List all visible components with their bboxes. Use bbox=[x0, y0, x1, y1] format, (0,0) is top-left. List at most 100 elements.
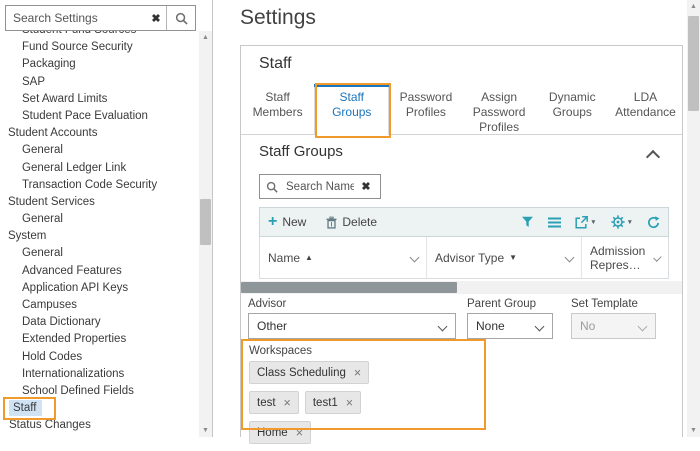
column-chooser-icon[interactable] bbox=[548, 217, 561, 228]
workspace-tag-label: test bbox=[257, 397, 276, 409]
toolbar-right-icons: ▼ ▼ bbox=[521, 215, 660, 229]
tree-item[interactable]: Data Dictionary bbox=[0, 314, 198, 331]
remove-tag-icon[interactable]: × bbox=[346, 396, 353, 410]
tab-staff-members[interactable]: Staff Members bbox=[241, 84, 314, 134]
parent-group-label: Parent Group bbox=[467, 298, 536, 310]
grid-header: Name ▲ Advisor Type ▼ Admission Repres… bbox=[259, 237, 669, 279]
parent-group-value: None bbox=[476, 319, 505, 333]
column-menu-chevron-icon[interactable] bbox=[565, 253, 575, 263]
workspaces-multiselect[interactable]: Class Scheduling × test × test1 × Home × bbox=[249, 361, 419, 451]
tab-label: Staff Groups bbox=[320, 90, 384, 120]
search-icon bbox=[266, 181, 278, 193]
tree-item[interactable]: Student Pace Evaluation bbox=[0, 108, 198, 125]
collapse-section-icon[interactable] bbox=[648, 149, 662, 163]
workspace-tag: test1 × bbox=[305, 391, 361, 414]
grid-search-input[interactable] bbox=[284, 180, 356, 194]
tree-item[interactable]: General bbox=[0, 245, 198, 262]
remove-tag-icon[interactable]: × bbox=[284, 396, 291, 410]
column-header-admission-rep[interactable]: Admission Repres… bbox=[582, 237, 668, 278]
sidebar-search-input[interactable] bbox=[6, 6, 146, 30]
tab-password-profiles[interactable]: Password Profiles bbox=[389, 84, 462, 134]
main-scrollbar[interactable]: ▲ ▼ bbox=[687, 0, 700, 437]
tree-item[interactable]: General bbox=[0, 142, 198, 159]
section-title: Staff Groups bbox=[259, 143, 343, 160]
staff-panel: Staff Staff Members Staff Groups Passwor… bbox=[240, 45, 683, 437]
sidebar-scrollbar[interactable]: ▲ ▼ bbox=[199, 31, 212, 437]
settings-sidebar: ✖ Student Fund Sources Fund Source Secur… bbox=[0, 0, 213, 437]
tree-item[interactable]: SAP bbox=[0, 74, 198, 91]
panel-title: Staff bbox=[259, 55, 292, 73]
tree-item[interactable]: Transaction Code Security bbox=[0, 177, 198, 194]
refresh-icon[interactable] bbox=[647, 216, 660, 229]
tree-item[interactable]: Packaging bbox=[0, 56, 198, 73]
column-header-advisor-type[interactable]: Advisor Type ▼ bbox=[427, 237, 582, 278]
scroll-down-arrow[interactable]: ▼ bbox=[687, 424, 700, 437]
search-button[interactable] bbox=[166, 6, 195, 30]
remove-tag-icon[interactable]: × bbox=[296, 426, 303, 440]
tree-item[interactable]: Internationalizations bbox=[0, 366, 198, 383]
plus-icon: + bbox=[268, 215, 277, 229]
workspaces-label: Workspaces bbox=[249, 345, 312, 357]
tree-item[interactable]: Fund Source Security bbox=[0, 39, 198, 56]
tree-item[interactable]: General Ledger Link bbox=[0, 160, 198, 177]
clear-grid-search-icon[interactable]: ✖ bbox=[356, 180, 376, 193]
tree-item[interactable]: Hold Codes bbox=[0, 349, 198, 366]
tree-item-staff-selected[interactable]: Staff bbox=[0, 400, 198, 417]
grid-search-box: ✖ bbox=[259, 174, 381, 199]
grid-settings-gear-icon[interactable]: ▼ bbox=[611, 215, 633, 229]
tree-item[interactable]: Status Changes bbox=[0, 417, 198, 434]
advisor-select[interactable]: Other bbox=[248, 313, 456, 339]
selected-item-highlight: Staff bbox=[9, 400, 42, 416]
filter-icon[interactable] bbox=[521, 216, 534, 228]
tree-item[interactable]: Extended Properties bbox=[0, 331, 198, 348]
tree-item[interactable]: Campuses bbox=[0, 297, 198, 314]
sidebar-scrollbar-thumb[interactable] bbox=[200, 199, 211, 245]
tree-item[interactable]: System bbox=[0, 228, 198, 245]
clear-search-icon[interactable]: ✖ bbox=[146, 6, 166, 30]
advisor-label: Advisor bbox=[248, 298, 286, 310]
export-menu-caret-icon: ▼ bbox=[590, 219, 596, 226]
set-template-label: Set Template bbox=[571, 298, 638, 310]
delete-button[interactable]: Delete bbox=[326, 215, 377, 229]
export-icon[interactable]: ▼ bbox=[575, 216, 596, 229]
main-scrollbar-thumb[interactable] bbox=[688, 16, 699, 111]
horizontal-scrollbar-thumb[interactable] bbox=[241, 282, 457, 293]
tree-item[interactable]: Application API Keys bbox=[0, 280, 198, 297]
scroll-down-arrow[interactable]: ▼ bbox=[199, 424, 212, 437]
tab-assign-password-profiles[interactable]: Assign Password Profiles bbox=[463, 84, 536, 134]
horizontal-scrollbar[interactable] bbox=[241, 281, 682, 294]
column-header-name[interactable]: Name ▲ bbox=[260, 237, 427, 278]
delete-button-label: Delete bbox=[342, 215, 377, 229]
tab-label: Staff Members bbox=[246, 90, 310, 120]
remove-tag-icon[interactable]: × bbox=[354, 366, 361, 380]
tree-item[interactable]: Set Award Limits bbox=[0, 91, 198, 108]
scroll-up-arrow[interactable]: ▲ bbox=[687, 0, 700, 13]
column-menu-chevron-icon[interactable] bbox=[410, 253, 420, 263]
sidebar-search-box: ✖ bbox=[5, 5, 196, 31]
new-button[interactable]: + New bbox=[268, 215, 306, 229]
chevron-down-icon bbox=[438, 322, 448, 332]
tab-label: Dynamic Groups bbox=[540, 90, 604, 120]
tab-dynamic-groups[interactable]: Dynamic Groups bbox=[536, 84, 609, 134]
tab-label: LDA Attendance bbox=[613, 90, 677, 120]
grid-toolbar: + New Delete bbox=[259, 207, 669, 237]
tree-item[interactable]: Student Accounts bbox=[0, 125, 198, 142]
tree-item[interactable]: Advanced Features bbox=[0, 263, 198, 280]
tab-label: Password Profiles bbox=[394, 90, 458, 120]
sort-desc-icon: ▼ bbox=[509, 253, 517, 262]
tree-item[interactable]: School Defined Fields bbox=[0, 383, 198, 400]
workspace-tag: test × bbox=[249, 391, 299, 414]
trash-icon bbox=[326, 216, 337, 229]
chevron-down-icon bbox=[638, 322, 648, 332]
tree-item[interactable]: Student Fund Sources bbox=[0, 31, 198, 39]
column-label: Admission Repres… bbox=[590, 244, 655, 272]
search-icon bbox=[175, 12, 188, 25]
parent-group-select[interactable]: None bbox=[467, 313, 553, 339]
tab-lda-attendance[interactable]: LDA Attendance bbox=[609, 84, 682, 134]
scroll-up-arrow[interactable]: ▲ bbox=[199, 31, 212, 44]
main-content: Settings Staff Staff Members Staff Group… bbox=[215, 0, 700, 437]
column-label: Advisor Type bbox=[435, 251, 504, 265]
tab-staff-groups[interactable]: Staff Groups bbox=[314, 84, 389, 135]
tree-item[interactable]: General bbox=[0, 211, 198, 228]
tree-item[interactable]: Student Services bbox=[0, 194, 198, 211]
